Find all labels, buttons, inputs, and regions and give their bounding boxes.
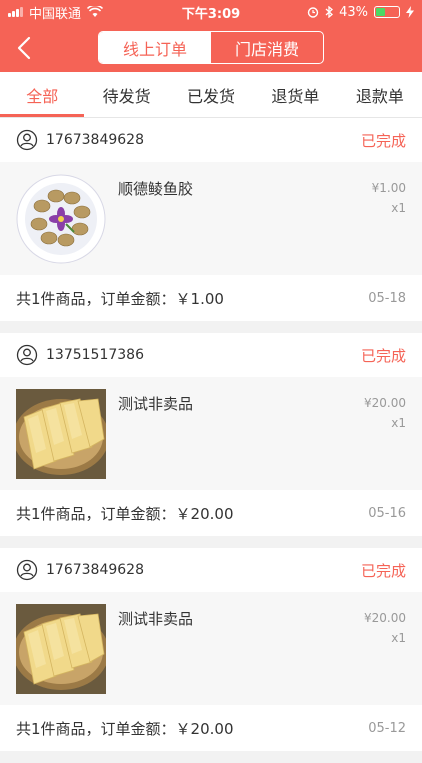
order-status: 已完成 [360,561,406,580]
tab-pending-shipment[interactable]: 待发货 [84,72,168,117]
order-summary: 共1件商品，订单金额：￥20.00 [16,504,234,523]
product-name: 测试非卖品 [118,610,194,628]
order-footer: 共1件商品，订单金额：￥20.00 05-16 [0,490,422,536]
back-button[interactable] [8,32,40,64]
product-image [16,389,106,479]
wifi-icon [87,6,104,17]
product-price: ¥1.00 [371,181,406,195]
order-item[interactable]: 顺德鲮鱼胶 ¥1.00 x1 [0,162,422,275]
product-quantity: x1 [391,416,406,430]
status-bar: 中国联通 下午3:09 43% [0,0,422,24]
product-name: 顺德鲮鱼胶 [118,180,194,198]
product-quantity: x1 [391,201,406,215]
buyer-phone: 17673849628 [46,132,144,148]
product-price: ¥20.00 [364,611,406,625]
order-item[interactable]: 测试非卖品 ¥20.00 x1 [0,592,422,705]
user-icon [16,344,38,366]
order-header: 17673849628 已完成 [0,548,422,592]
segment-online-orders[interactable]: 线上订单 [99,32,211,63]
product-image [16,174,106,264]
signal-icon [8,7,23,17]
order-status: 已完成 [360,131,406,150]
order-card[interactable]: 17673849628 已完成 顺德鲮鱼胶 ¥1.00 x1 共1件商品，订单金… [0,118,422,321]
bluetooth-icon [325,6,334,18]
order-date: 05-16 [368,505,406,521]
battery-percent: 43% [339,4,368,20]
order-summary: 共1件商品，订单金额：￥1.00 [16,289,224,308]
order-card[interactable]: 13751517386 已完成 测试非卖品 ¥20.00 x1 共1件商品，订单… [0,333,422,536]
segment-store-purchases[interactable]: 门店消费 [211,32,323,63]
order-date: 05-12 [368,720,406,736]
back-arrow-icon [17,36,31,60]
charging-icon [406,6,414,18]
order-footer: 共1件商品，订单金额：￥20.00 05-12 [0,705,422,751]
battery-icon [374,6,400,18]
order-card[interactable]: 17673849628 已完成 测试非卖品 ¥20.00 x1 共1件商品，订单… [0,548,422,751]
tab-shipped[interactable]: 已发货 [169,72,253,117]
order-header: 13751517386 已完成 [0,333,422,377]
order-status-tabs: 全部 待发货 已发货 退货单 退款单 [0,72,422,118]
buyer-phone: 17673849628 [46,562,144,578]
order-status: 已完成 [360,346,406,365]
user-icon [16,129,38,151]
order-type-segment: 线上订单 门店消费 [98,31,324,64]
tab-returns[interactable]: 退货单 [253,72,337,117]
order-list: 17673849628 已完成 顺德鲮鱼胶 ¥1.00 x1 共1件商品，订单金… [0,118,422,763]
tab-refunds[interactable]: 退款单 [338,72,422,117]
user-icon [16,559,38,581]
product-quantity: x1 [391,631,406,645]
alarm-icon [307,7,319,18]
product-price: ¥20.00 [364,396,406,410]
product-image [16,604,106,694]
product-name: 测试非卖品 [118,395,194,413]
order-date: 05-18 [368,290,406,306]
carrier-label: 中国联通 [29,6,82,22]
buyer-phone: 13751517386 [46,347,144,363]
nav-header: 线上订单 门店消费 [0,24,422,72]
order-footer: 共1件商品，订单金额：￥1.00 05-18 [0,275,422,321]
order-header: 17673849628 已完成 [0,118,422,162]
clock: 下午3:09 [181,6,241,22]
tab-all[interactable]: 全部 [0,72,85,117]
order-summary: 共1件商品，订单金额：￥20.00 [16,719,234,738]
order-item[interactable]: 测试非卖品 ¥20.00 x1 [0,377,422,490]
